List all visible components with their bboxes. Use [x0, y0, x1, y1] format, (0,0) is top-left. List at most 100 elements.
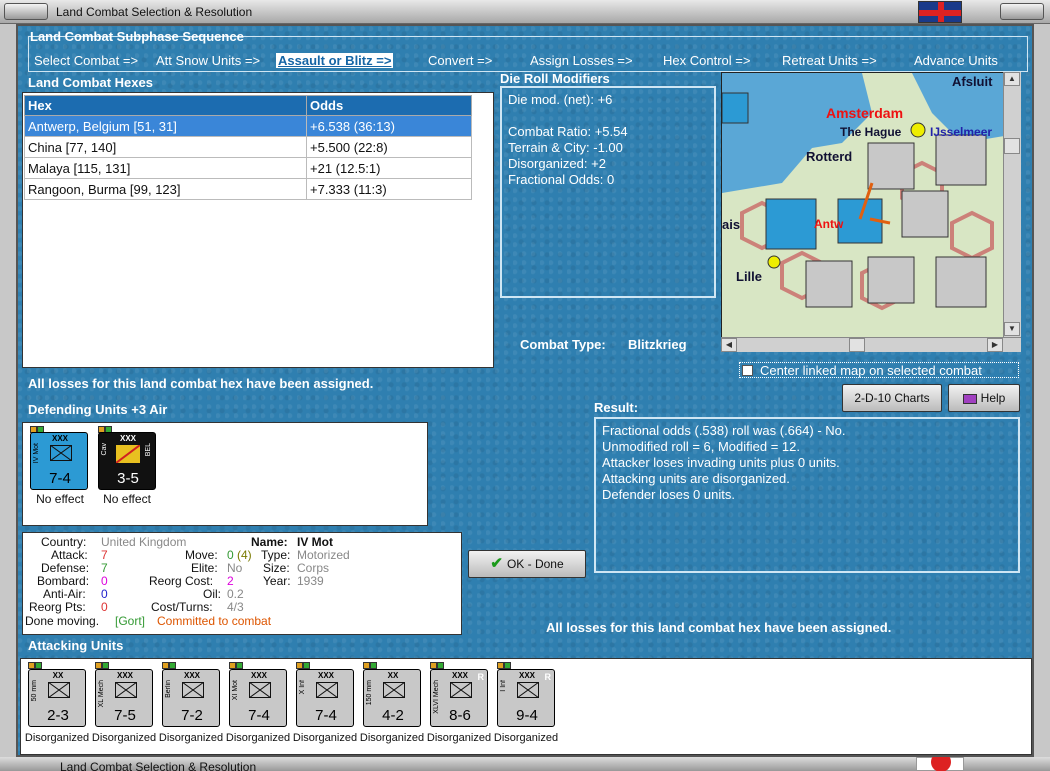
modifier-line: Terrain & City: -1.00	[508, 140, 623, 155]
odds-cell: +5.500 (22:8)	[306, 136, 472, 158]
help-button[interactable]: Help	[948, 384, 1020, 412]
linked-map[interactable]: Afsluit Amsterdam The Hague IJsselmeer R…	[721, 72, 1021, 338]
map-label-ais: ais	[722, 217, 741, 232]
col-hex[interactable]: Hex	[24, 95, 307, 116]
scroll-thumb[interactable]	[1004, 138, 1020, 154]
table-row[interactable]: Antwerp, Belgium [51, 31] +6.538 (36:13)	[24, 115, 472, 137]
scroll-left-icon[interactable]: ◀	[721, 338, 737, 352]
help-label: Help	[980, 391, 1006, 405]
modifier-line: Disorganized: +2	[508, 156, 606, 171]
map-horizontal-scrollbar[interactable]: ◀ ▶	[721, 337, 1021, 352]
year-label: Year:	[263, 574, 291, 588]
phase-assault-or-blitz[interactable]: Assault or Blitz =>	[276, 53, 394, 68]
reorg-pts-label: Reorg Pts:	[29, 600, 86, 614]
table-row[interactable]: Rangoon, Burma [99, 123] +7.333 (11:3)	[24, 178, 472, 200]
table-row[interactable]: China [77, 140] +5.500 (22:8)	[24, 136, 472, 158]
phase-hex-control[interactable]: Hex Control =>	[663, 53, 750, 68]
attacker-unit[interactable]: XXX XI Mot 7-4	[229, 669, 287, 727]
unit-size: XX	[387, 671, 399, 680]
modifiers-box: Die mod. (net): +6 Combat Ratio: +5.54 T…	[500, 86, 716, 298]
phase-att-snow-units[interactable]: Att Snow Units =>	[156, 53, 260, 68]
map-label-afsluit: Afsluit	[952, 74, 993, 89]
unit-size: XXX	[116, 671, 133, 680]
unit-status-dots-icon	[95, 662, 109, 669]
motorized-infantry-icon	[50, 445, 72, 461]
phase-select-combat[interactable]: Select Combat =>	[34, 53, 138, 68]
attacker-unit[interactable]: XX 150 mm 4-2	[363, 669, 421, 727]
checkmark-icon: ✔	[490, 555, 503, 572]
scroll-up-icon[interactable]: ▲	[1004, 72, 1020, 86]
map-label-ijsselmeer: IJsselmeer	[930, 125, 993, 139]
unit-size: XXX	[183, 671, 200, 680]
country-value: United Kingdom	[101, 535, 187, 549]
defender-unit-bel-cav[interactable]: XXX Cav BEL 3-5	[98, 432, 156, 490]
hex-cell: Rangoon, Burma [99, 123]	[24, 178, 307, 200]
unit-type-icon	[249, 682, 271, 698]
unit-size: XX	[52, 671, 64, 680]
unit-type-icon	[450, 682, 472, 698]
defenders-title: Defending Units +3 Air	[28, 402, 168, 417]
minimize-button[interactable]	[4, 3, 48, 20]
hex-cell: Antwerp, Belgium [51, 31]	[24, 115, 307, 137]
defender-status: No effect	[36, 492, 84, 506]
combat-type-label: Combat Type:	[520, 337, 606, 352]
hscroll-thumb[interactable]	[849, 338, 865, 352]
attacker-unit[interactable]: XXX XL Mech 7-5	[95, 669, 153, 727]
defender-unit-iv-mot[interactable]: XXX IV Mot 7-4	[30, 432, 88, 490]
center-map-checkbox-row[interactable]: Center linked map on selected combat	[739, 362, 1019, 378]
map-label-rotterdam: Rotterd	[806, 149, 853, 164]
unit-side-label: X Inf	[299, 680, 306, 695]
phase-convert[interactable]: Convert =>	[428, 53, 492, 68]
cavalry-icon	[116, 445, 140, 463]
attacker-status: Disorganized	[91, 732, 157, 744]
unit-side-label: 50 mm	[31, 680, 38, 702]
attacker-unit[interactable]: XXX XLVI Mech 8-6 R	[430, 669, 488, 727]
odds-cell: +21 (12.5:1)	[306, 157, 472, 179]
attacker-status: Disorganized	[426, 732, 492, 744]
phase-assign-losses[interactable]: Assign Losses =>	[530, 53, 633, 68]
attackers-title: Attacking Units	[28, 638, 124, 653]
year-value: 1939	[297, 574, 324, 588]
losses-assigned-message-top: All losses for this land combat hex have…	[28, 376, 374, 391]
result-line: Fractional odds (.538) roll was (.664) -…	[602, 423, 846, 438]
book-icon	[962, 393, 977, 404]
hexes-table: Hex Odds Antwerp, Belgium [51, 31] +6.53…	[24, 95, 472, 200]
center-map-checkbox[interactable]	[742, 365, 753, 376]
attacker-unit[interactable]: XXX I Inf 9-4 R	[497, 669, 555, 727]
unit-strength: 8-6	[449, 707, 471, 724]
phase-retreat-units[interactable]: Retreat Units =>	[782, 53, 877, 68]
table-row[interactable]: Malaya [115, 131] +21 (12.5:1)	[24, 157, 472, 179]
ok-done-button[interactable]: ✔ OK - Done	[468, 550, 586, 578]
unit-status-dots-icon	[162, 662, 176, 669]
col-odds[interactable]: Odds	[306, 95, 472, 116]
scroll-down-icon[interactable]: ▼	[1004, 322, 1020, 336]
bottom-title-bar: Land Combat Selection & Resolution	[0, 757, 1050, 771]
unit-status-dots-icon	[28, 662, 42, 669]
main-panel: Land Combat Subphase Sequence Select Com…	[16, 24, 1034, 757]
unit-strength: 4-2	[382, 707, 404, 724]
unit-side-label: 150 mm	[366, 680, 373, 706]
unit-strength: 2-3	[47, 707, 69, 724]
center-map-label: Center linked map on selected combat	[760, 363, 982, 378]
attacker-unit[interactable]: XXX X Inf 7-4	[296, 669, 354, 727]
phase-advance-units[interactable]: Advance Units	[914, 53, 998, 68]
losses-assigned-message-bottom: All losses for this land combat hex have…	[546, 620, 892, 635]
modifier-line: Combat Ratio: +5.54	[508, 124, 628, 139]
window-title: Land Combat Selection & Resolution	[56, 5, 253, 19]
charts-button[interactable]: 2-D-10 Charts	[842, 384, 942, 412]
scroll-right-icon[interactable]: ▶	[987, 338, 1003, 352]
unit-status-dots-icon	[229, 662, 243, 669]
unit-size: XXX	[250, 671, 267, 680]
odds-cell: +7.333 (11:3)	[306, 178, 472, 200]
unit-status-dots-icon	[363, 662, 377, 669]
unit-strength: 7-2	[181, 707, 203, 724]
modifier-line: Fractional Odds: 0	[508, 172, 615, 187]
attacker-unit[interactable]: XX 50 mm 2-3	[28, 669, 86, 727]
close-button[interactable]	[1000, 3, 1044, 20]
attacker-unit[interactable]: XXX Berlin 7-2	[162, 669, 220, 727]
map-label-lille: Lille	[736, 269, 763, 284]
unit-status-dots-icon	[497, 662, 511, 669]
result-line: Unmodified roll = 6, Modified = 12.	[602, 439, 800, 454]
hexes-title: Land Combat Hexes	[28, 75, 153, 90]
map-vertical-scrollbar[interactable]: ▲ ▼	[1003, 72, 1021, 338]
